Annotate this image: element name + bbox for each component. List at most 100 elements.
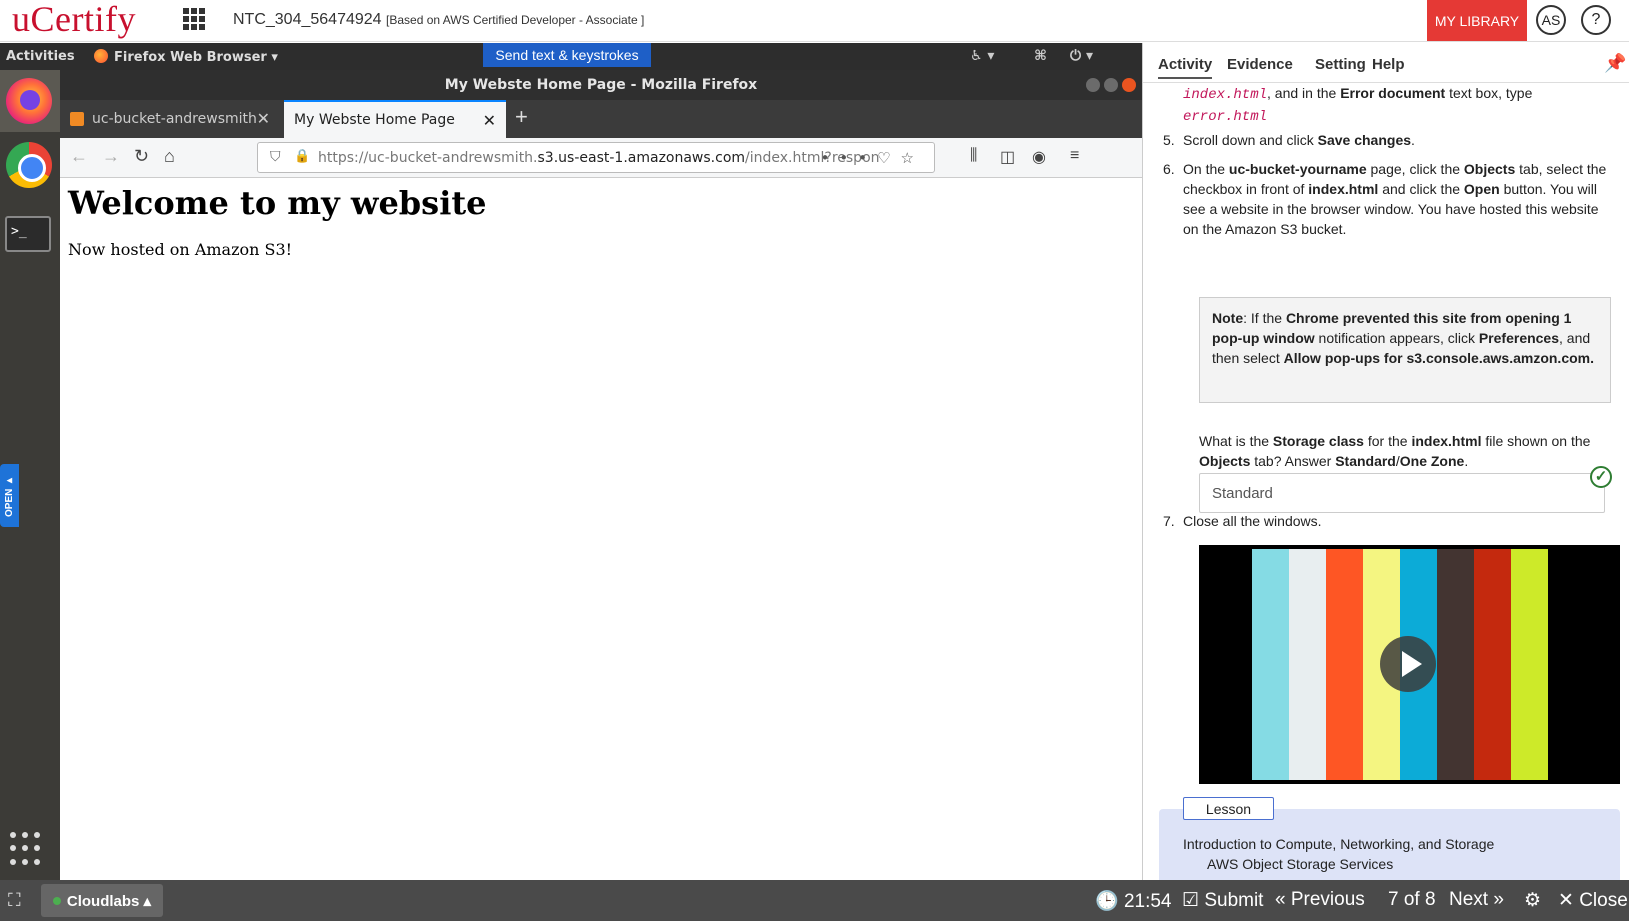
lesson-button[interactable]: Lesson bbox=[1183, 797, 1274, 820]
lesson-section[interactable]: AWS Object Storage Services bbox=[1207, 854, 1393, 874]
course-id: NTC_304_56474924 bbox=[233, 11, 382, 28]
app-menu[interactable]: Firefox Web Browser ▾ bbox=[94, 49, 278, 65]
cloudlabs-button[interactable]: Cloudlabs ▴ bbox=[41, 884, 163, 917]
network-icon[interactable]: ⌘ bbox=[1034, 48, 1047, 64]
note-box: Note: If the Chrome prevented this site … bbox=[1199, 297, 1611, 403]
chrome-icon[interactable] bbox=[6, 142, 52, 188]
url-host: s3.us-east-1.amazonaws.com bbox=[537, 150, 746, 166]
window-title-text: My Webste Home Page - Mozilla Firefox bbox=[444, 77, 758, 93]
question-bold: index.html bbox=[1411, 433, 1482, 449]
video-player[interactable] bbox=[1199, 545, 1620, 784]
tab-close-icon[interactable]: ✕ bbox=[257, 109, 270, 128]
page-text: Now hosted on Amazon S3! bbox=[68, 240, 293, 259]
tracking-shield-icon[interactable]: ⛉ bbox=[270, 149, 281, 165]
ucertify-logo[interactable]: uCertify bbox=[12, 0, 136, 40]
pin-icon[interactable]: 📌 bbox=[1604, 53, 1626, 73]
instructions-panel: Activity Evidence Setting Help 📌 index.h… bbox=[1142, 43, 1629, 880]
terminal-icon[interactable]: >_ bbox=[5, 216, 51, 252]
remote-desktop: Activities Firefox Web Browser ▾ Send te… bbox=[0, 43, 1142, 880]
step-text: Close all the windows. bbox=[1183, 513, 1322, 529]
app-menu-label: Firefox Web Browser ▾ bbox=[114, 50, 278, 65]
send-keystrokes-button[interactable]: Send text & keystrokes bbox=[483, 43, 651, 67]
firefox-tab-strip: uc-bucket-andrewsmith - ✕ My Webste Home… bbox=[60, 100, 1142, 138]
lock-icon[interactable]: 🔒 bbox=[294, 149, 310, 164]
timer: 🕒 21:54 bbox=[1095, 889, 1172, 913]
reload-icon[interactable]: ↻ bbox=[134, 146, 149, 167]
video-color-bar bbox=[1437, 549, 1474, 780]
tab-evidence[interactable]: Evidence bbox=[1227, 56, 1293, 73]
apps-grid-icon[interactable] bbox=[183, 8, 205, 30]
question-part: tab? Answer bbox=[1250, 453, 1336, 469]
home-icon[interactable]: ⌂ bbox=[164, 146, 175, 167]
accessibility-icon[interactable]: ♿ ▾ bbox=[970, 48, 994, 64]
lesson-chapter[interactable]: Introduction to Compute, Networking, and… bbox=[1183, 834, 1494, 854]
timer-value: 21:54 bbox=[1123, 891, 1172, 912]
tab-label: My Webste Home Page bbox=[294, 112, 455, 128]
note-bold: Preferences bbox=[1478, 330, 1560, 346]
step-5: 5. Scroll down and click Save changes. bbox=[1163, 130, 1608, 150]
open-drawer-tab[interactable]: OPEN ▸ bbox=[0, 464, 19, 527]
previous-button[interactable]: « Previous bbox=[1275, 889, 1365, 911]
user-avatar[interactable]: AS bbox=[1536, 5, 1566, 35]
close-button[interactable]: ✕ Close bbox=[1558, 889, 1628, 912]
back-icon[interactable]: ← bbox=[70, 146, 88, 167]
url-bar[interactable]: ⛉ 🔒 https://uc-bucket-andrewsmith.s3.us-… bbox=[257, 142, 935, 173]
step-bold: Save changes bbox=[1317, 132, 1412, 148]
tab-setting[interactable]: Setting bbox=[1315, 56, 1366, 73]
tab-close-icon[interactable]: ✕ bbox=[483, 111, 496, 130]
question-bold: Storage class bbox=[1272, 433, 1364, 449]
bottom-bar: ⛶ Cloudlabs ▴ 🕒 21:54 ☑ Submit « Previou… bbox=[0, 880, 1629, 921]
submit-button[interactable]: ☑ Submit bbox=[1182, 889, 1263, 912]
page-indicator: 7 of 8 bbox=[1388, 889, 1436, 910]
video-color-bar bbox=[1474, 549, 1511, 780]
window-close-icon[interactable] bbox=[1122, 78, 1136, 92]
app-root: uCertify NTC_304_56474924 [Based on AWS … bbox=[0, 0, 1629, 921]
tab-bucket[interactable]: uc-bucket-andrewsmith - ✕ bbox=[60, 100, 280, 138]
help-button[interactable]: ? bbox=[1581, 5, 1611, 35]
close-icon: ✕ bbox=[1558, 890, 1574, 911]
show-apps-icon[interactable] bbox=[10, 832, 44, 866]
step-number: 6. bbox=[1163, 161, 1175, 177]
tab-home-page[interactable]: My Webste Home Page ✕ bbox=[284, 100, 506, 138]
firefox-icon[interactable] bbox=[6, 78, 52, 124]
web-page-content: Welcome to my website Now hosted on Amaz… bbox=[60, 178, 1142, 880]
video-color-bar bbox=[1326, 549, 1363, 780]
url-action-icons[interactable]: •••♡☆ bbox=[821, 149, 924, 167]
forward-icon[interactable]: → bbox=[102, 146, 120, 167]
activities-button[interactable]: Activities bbox=[6, 49, 75, 64]
step-7: 7. Close all the windows. bbox=[1163, 511, 1608, 531]
library-icon[interactable]: ⫼ bbox=[970, 147, 977, 165]
answer-input[interactable]: Standard bbox=[1199, 473, 1605, 513]
course-title: NTC_304_56474924 [Based on AWS Certified… bbox=[233, 11, 644, 29]
firefox-nav-bar: ← → ↻ ⌂ ⛉ 🔒 https://uc-bucket-andrewsmit… bbox=[60, 138, 1142, 178]
minimize-icon[interactable] bbox=[1086, 78, 1100, 92]
step-4-tail: index.html, and in the Error document te… bbox=[1183, 83, 1608, 127]
gnome-top-bar: Activities Firefox Web Browser ▾ Send te… bbox=[0, 43, 1142, 70]
tab-activity[interactable]: Activity bbox=[1158, 56, 1213, 79]
double-chevron-left-icon: « bbox=[1275, 889, 1286, 910]
step-text: . bbox=[1411, 132, 1415, 148]
new-tab-icon[interactable]: + bbox=[515, 104, 528, 130]
clock-icon: 🕒 bbox=[1095, 891, 1119, 912]
play-icon[interactable] bbox=[1380, 636, 1436, 692]
step-bold: Error document bbox=[1340, 85, 1446, 101]
account-icon[interactable]: ◉ bbox=[1032, 147, 1046, 167]
fullscreen-icon[interactable]: ⛶ bbox=[8, 890, 21, 911]
step-text: text box, type bbox=[1445, 85, 1533, 101]
step-text: and click the bbox=[1378, 181, 1464, 197]
question-bold: One Zone bbox=[1399, 453, 1465, 469]
power-icon[interactable]: ⏻ ▾ bbox=[1070, 48, 1093, 64]
question-bold: Standard bbox=[1335, 453, 1396, 469]
next-button[interactable]: Next » bbox=[1449, 889, 1504, 911]
step-6: 6. On the uc-bucket-yourname page, click… bbox=[1163, 159, 1608, 239]
tab-help[interactable]: Help bbox=[1372, 56, 1405, 73]
menu-icon[interactable]: ≡ bbox=[1070, 147, 1079, 165]
my-library-button[interactable]: MY LIBRARY bbox=[1427, 0, 1527, 41]
step-number: 7. bbox=[1163, 513, 1175, 529]
course-subtitle: [Based on AWS Certified Developer - Asso… bbox=[386, 13, 645, 27]
sidebar-icon[interactable]: ◫ bbox=[1000, 147, 1015, 167]
next-label: Next bbox=[1449, 889, 1489, 910]
settings-gear-icon[interactable]: ⚙ bbox=[1524, 889, 1541, 912]
question-part: file shown on the bbox=[1481, 433, 1591, 449]
maximize-icon[interactable] bbox=[1104, 78, 1118, 92]
